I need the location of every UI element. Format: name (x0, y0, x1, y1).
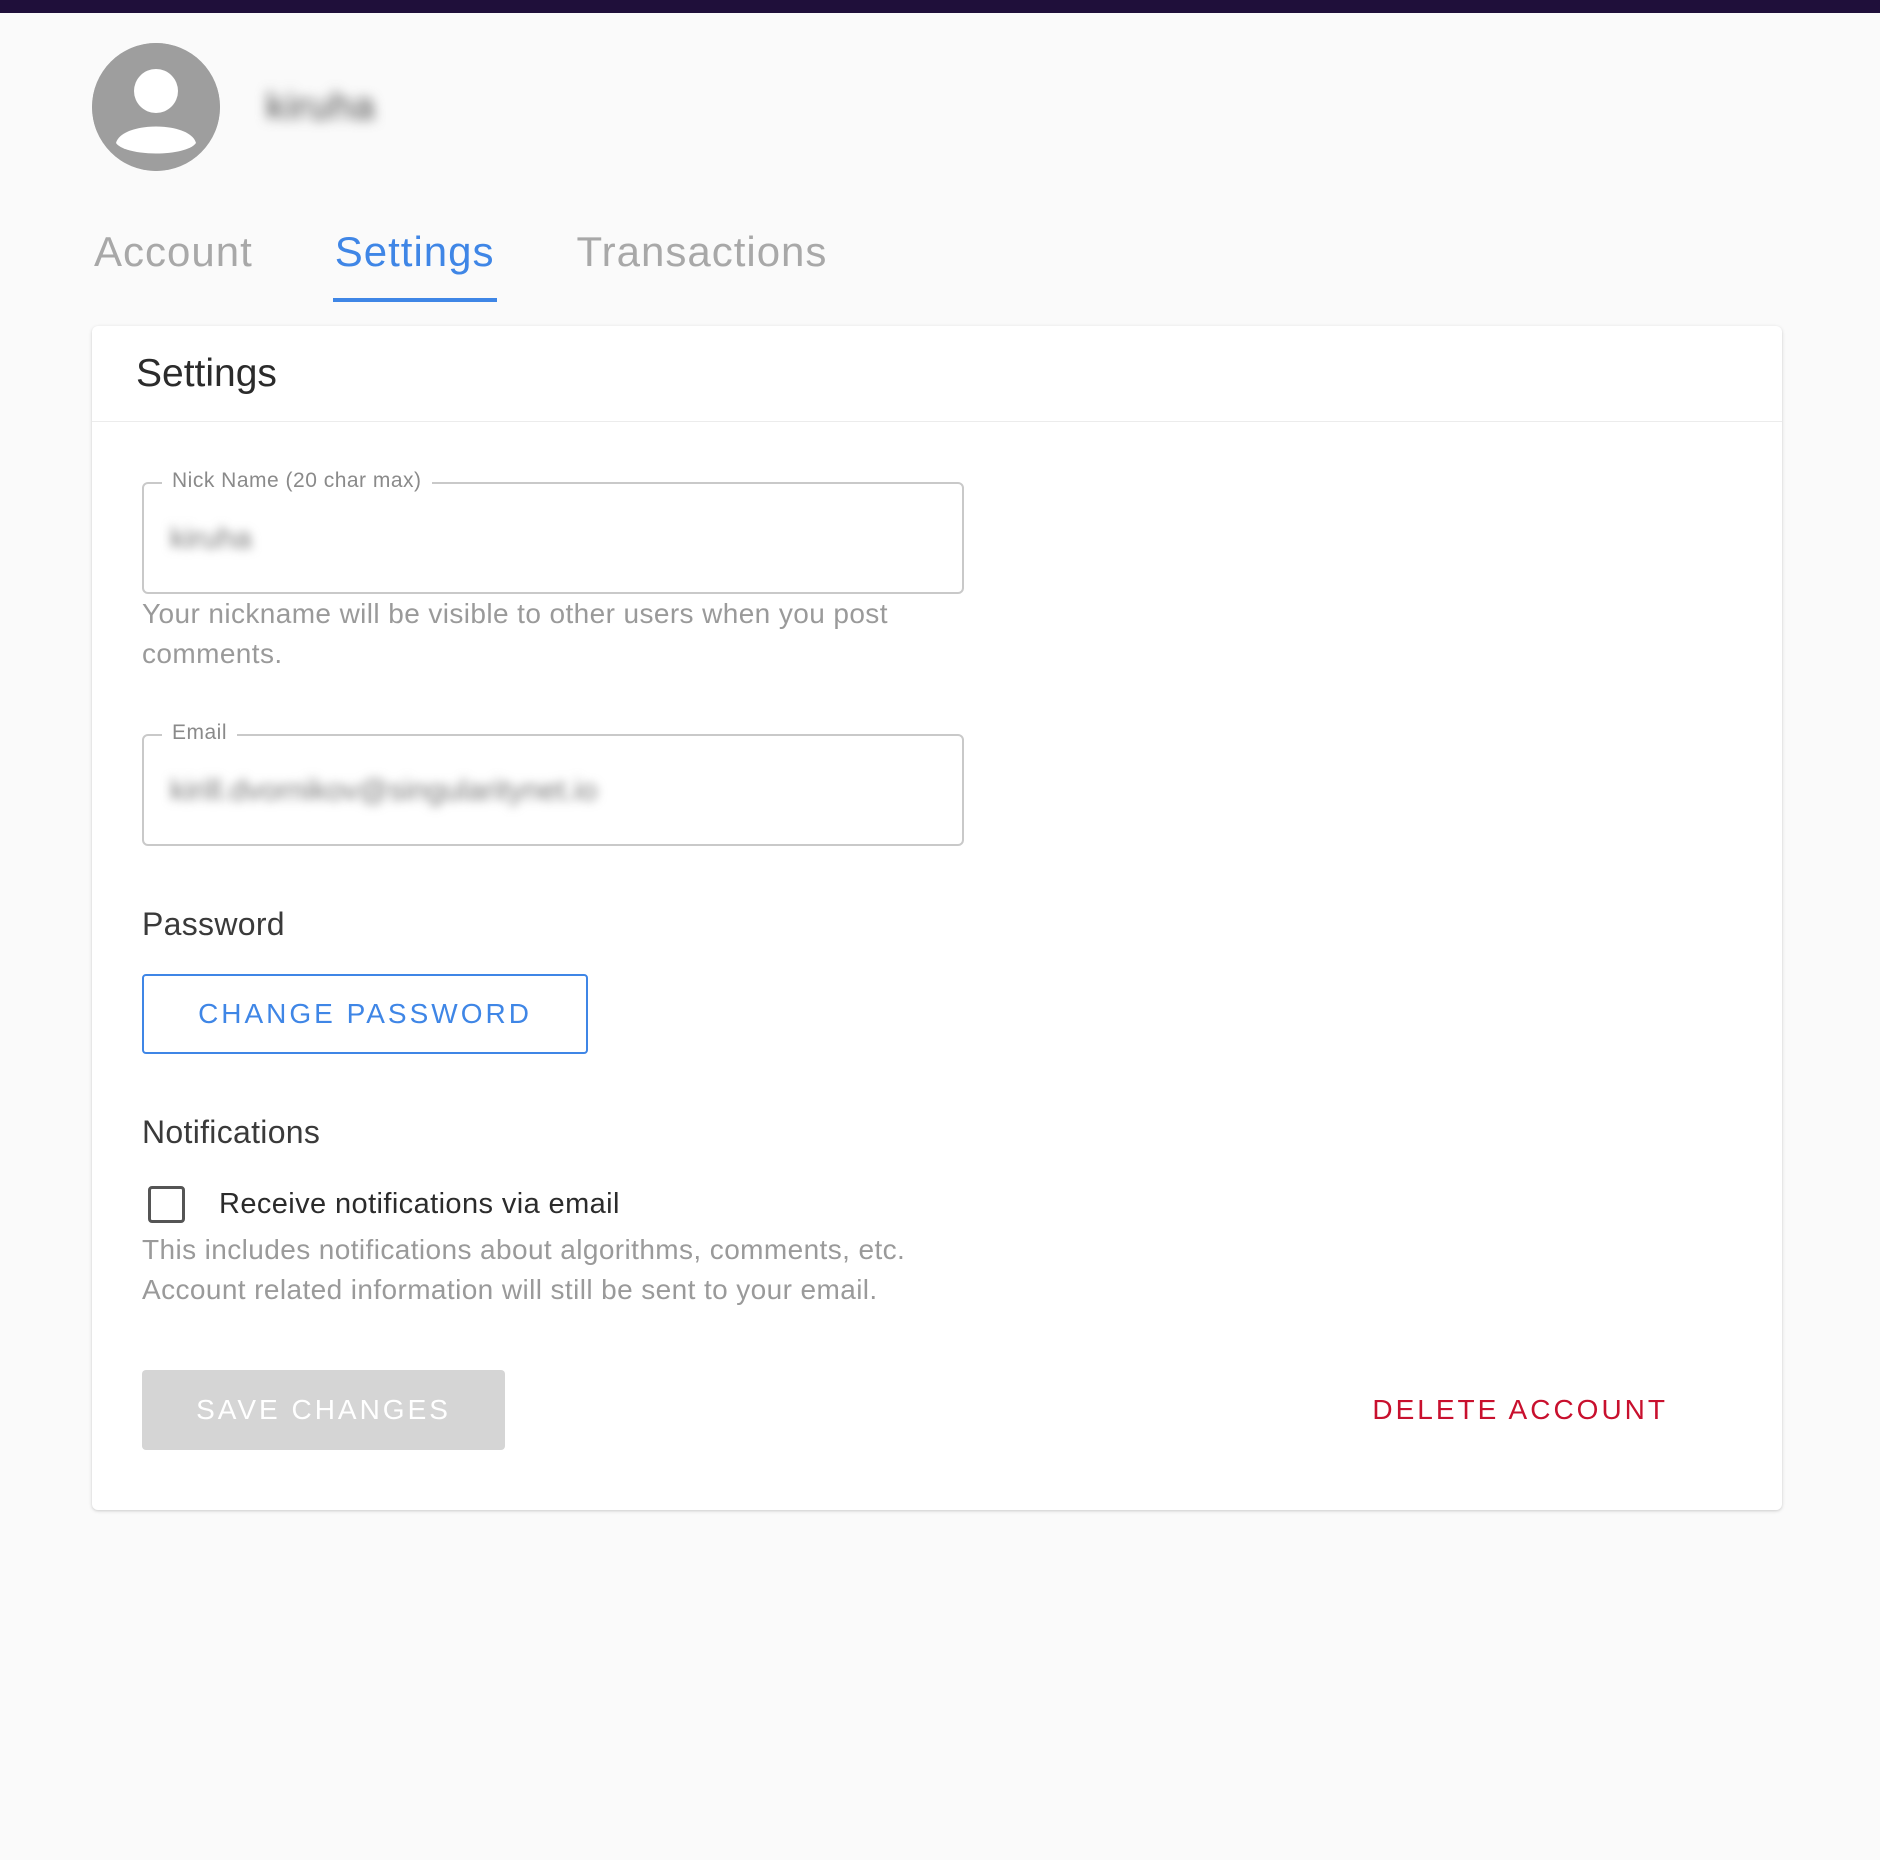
email-input[interactable]: kirill.dvornikov@singularitynet.io (170, 774, 597, 808)
email-notifications-checkbox[interactable] (148, 1186, 185, 1223)
change-password-button[interactable]: CHANGE PASSWORD (142, 974, 588, 1054)
profile-header: kiruha (92, 43, 376, 171)
nickname-helper: Your nickname will be visible to other u… (142, 594, 888, 674)
nickname-label: Nick Name (20 char max) (162, 469, 432, 493)
notifications-helper: This includes notifications about algori… (142, 1230, 905, 1310)
tab-bar: Account Settings Transactions (92, 222, 907, 302)
nickname-field[interactable]: Nick Name (20 char max) kiruha (142, 469, 964, 594)
tab-settings[interactable]: Settings (332, 222, 497, 302)
email-label: Email (162, 721, 238, 745)
delete-account-button[interactable]: DELETE ACCOUNT (1366, 1370, 1674, 1450)
card-title: Settings (136, 351, 277, 395)
email-notifications-row: Receive notifications via email (148, 1186, 620, 1223)
email-field[interactable]: Email kirill.dvornikov@singularitynet.io (142, 721, 964, 846)
tab-transactions[interactable]: Transactions (575, 222, 830, 302)
account-circle-icon[interactable] (92, 43, 220, 171)
username: kiruha (266, 85, 376, 128)
email-notifications-label[interactable]: Receive notifications via email (219, 1188, 620, 1221)
card-header: Settings (92, 326, 1782, 422)
save-changes-button[interactable]: SAVE CHANGES (142, 1370, 505, 1450)
nickname-helper-line-2: comments. (142, 638, 283, 669)
password-title: Password (142, 906, 285, 942)
notifications-helper-line-1: This includes notifications about algori… (142, 1234, 906, 1265)
notifications-title: Notifications (142, 1114, 321, 1150)
top-bar (0, 0, 1880, 13)
notifications-helper-line-2: Account related information will still b… (142, 1274, 878, 1305)
nickname-helper-line-1: Your nickname will be visible to other u… (142, 598, 888, 629)
nickname-input[interactable]: kiruha (170, 522, 252, 556)
settings-card: Settings Nick Name (20 char max) kiruha … (92, 326, 1782, 1510)
tab-account[interactable]: Account (92, 222, 255, 302)
